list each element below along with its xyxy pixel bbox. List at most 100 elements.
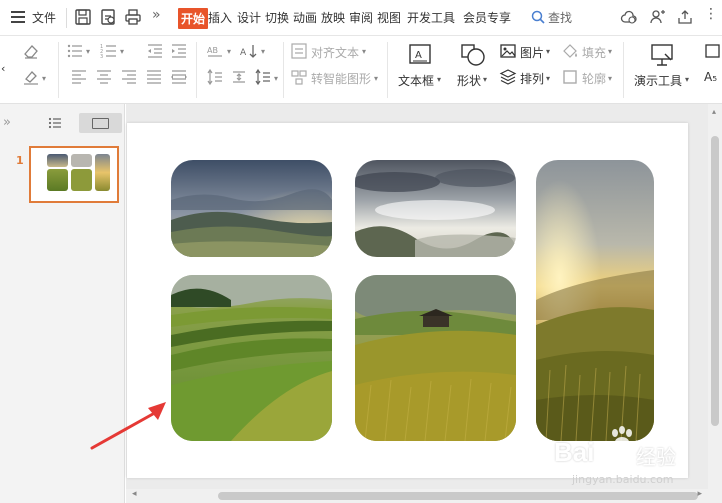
slide-thumbnail[interactable] [29, 146, 119, 203]
justify-icon[interactable] [145, 68, 163, 86]
clear-format-icon[interactable] [22, 42, 40, 60]
presentation-tools-button[interactable]: 演示工具 [634, 72, 682, 89]
ribbon-scroll-left-icon[interactable]: ‹ [1, 62, 5, 75]
outline-icon[interactable] [561, 68, 579, 86]
picture-icon[interactable] [499, 42, 517, 60]
fill-dropdown-icon[interactable]: ▾ [608, 47, 612, 56]
tab-member[interactable]: 会员专享 [463, 9, 511, 26]
text-case-icon[interactable]: AB [206, 42, 224, 60]
scroll-left-icon[interactable]: ◂ [132, 489, 137, 499]
numbered-list-icon[interactable]: 123 [100, 42, 118, 60]
textbox-button[interactable]: 文本框 [398, 72, 434, 89]
export-pdf-icon[interactable] [99, 8, 117, 26]
print-icon[interactable] [124, 8, 142, 26]
watermark-text-bai: Bai [554, 437, 595, 467]
numbered-dropdown-icon[interactable]: ▾ [120, 47, 124, 56]
slide-canvas[interactable] [127, 123, 688, 478]
paragraph-settings-icon[interactable] [254, 68, 272, 86]
slide-image-sunlit-clouds[interactable] [355, 160, 516, 257]
tab-review[interactable]: 审阅 [349, 9, 373, 26]
align-text-dropdown-icon[interactable]: ▾ [362, 47, 366, 56]
bullet-list-icon[interactable] [66, 42, 84, 60]
share-icon[interactable] [676, 8, 694, 26]
ribbon-toolbar: ‹ ▾ ▾ 123 ▾ AB ▾ A ▾ ▾ 对齐文本 ▾ 转智能图形 ▾ A … [0, 36, 722, 104]
picture-button[interactable]: 图片 [520, 44, 544, 61]
thumbnail-preview [31, 148, 117, 201]
more-chevrons-icon[interactable]: » [152, 7, 161, 23]
ribbon-separator [283, 42, 284, 98]
decrease-indent-icon[interactable] [146, 42, 164, 60]
align-left-icon[interactable] [70, 68, 88, 86]
bullet-dropdown-icon[interactable]: ▾ [86, 47, 90, 56]
search-label[interactable]: 查找 [548, 9, 572, 26]
tab-transition[interactable]: 切换 [265, 9, 289, 26]
fill-button[interactable]: 填充 [582, 44, 606, 61]
tab-start[interactable]: 开始 [178, 8, 209, 29]
arrange-button[interactable]: 排列 [520, 70, 544, 87]
hamburger-icon[interactable] [11, 11, 25, 23]
line-spacing-icon[interactable] [206, 68, 224, 86]
align-text-icon[interactable] [290, 42, 308, 60]
menu-separator [66, 8, 67, 28]
slide-view-tab[interactable] [79, 113, 122, 133]
outline-button[interactable]: 轮廓 [582, 70, 606, 87]
increase-indent-icon[interactable] [170, 42, 188, 60]
shape-button[interactable]: 形状 [457, 72, 481, 89]
tab-slideshow[interactable]: 放映 [321, 9, 345, 26]
picture-dropdown-icon[interactable]: ▾ [546, 47, 550, 56]
outline-view-icon[interactable] [48, 116, 62, 130]
presentation-tools-dropdown-icon[interactable]: ▾ [685, 75, 689, 84]
watermark-url: jingyan.baidu.com [572, 473, 674, 486]
slide-image-rice-field-hut[interactable] [355, 275, 516, 441]
paragraph-spacing-icon[interactable] [230, 68, 248, 86]
collapse-panel-icon[interactable]: » [3, 115, 11, 130]
search-icon[interactable] [531, 10, 545, 24]
save-icon[interactable] [74, 8, 92, 26]
arrange-dropdown-icon[interactable]: ▾ [546, 74, 550, 83]
align-text-button[interactable]: 对齐文本 [311, 44, 359, 61]
ribbon-overflow-icon[interactable] [703, 42, 721, 60]
presentation-tools-icon[interactable] [648, 42, 676, 68]
tab-view[interactable]: 视图 [377, 9, 401, 26]
highlight-dropdown-icon[interactable]: ▾ [42, 74, 46, 83]
distribute-icon[interactable] [170, 68, 188, 86]
more-options-icon[interactable]: ⋮ [704, 6, 718, 22]
slide-image-terraced-field[interactable] [171, 275, 332, 441]
smart-shape-button[interactable]: 转智能图形 [311, 70, 371, 87]
smart-shape-icon[interactable] [290, 68, 308, 86]
tab-animation[interactable]: 动画 [293, 9, 317, 26]
tab-insert[interactable]: 插入 [208, 9, 232, 26]
ribbon-overflow-label[interactable]: A₅ [704, 70, 717, 84]
tab-design[interactable]: 设计 [237, 9, 261, 26]
vertical-scroll-thumb[interactable] [711, 136, 719, 426]
paragraph-dropdown-icon[interactable]: ▾ [274, 74, 278, 83]
vertical-scrollbar[interactable]: ▴ [708, 104, 722, 489]
horizontal-scroll-thumb[interactable] [218, 492, 698, 500]
sort-text-icon[interactable]: A [240, 42, 258, 60]
fill-icon[interactable] [561, 42, 579, 60]
align-center-icon[interactable] [95, 68, 113, 86]
slide-image-mountain-clouds[interactable] [171, 160, 332, 257]
arrange-icon[interactable] [499, 68, 517, 86]
text-case-dropdown-icon[interactable]: ▾ [227, 47, 231, 56]
slide-image-sunset-field[interactable] [536, 160, 654, 441]
highlight-color-icon[interactable] [22, 68, 40, 86]
outline-dropdown-icon[interactable]: ▾ [608, 74, 612, 83]
ribbon-separator [623, 42, 624, 98]
baidu-watermark: Bai 经验 jingyan.baidu.com [554, 426, 710, 493]
textbox-icon[interactable]: A [403, 42, 437, 68]
file-menu[interactable]: 文件 [32, 9, 56, 26]
ribbon-separator [196, 42, 197, 98]
textbox-dropdown-icon[interactable]: ▾ [437, 75, 441, 84]
scroll-up-icon[interactable]: ▴ [712, 107, 716, 116]
align-right-icon[interactable] [120, 68, 138, 86]
shape-icon[interactable] [458, 42, 488, 68]
smart-shape-dropdown-icon[interactable]: ▾ [374, 74, 378, 83]
tab-developer[interactable]: 开发工具 [407, 9, 455, 26]
cloud-sync-icon[interactable] [620, 8, 638, 26]
sort-dropdown-icon[interactable]: ▾ [261, 47, 265, 56]
shape-dropdown-icon[interactable]: ▾ [483, 75, 487, 84]
user-share-icon[interactable] [648, 8, 666, 26]
ribbon-separator [387, 42, 388, 98]
svg-text:3: 3 [100, 54, 103, 60]
